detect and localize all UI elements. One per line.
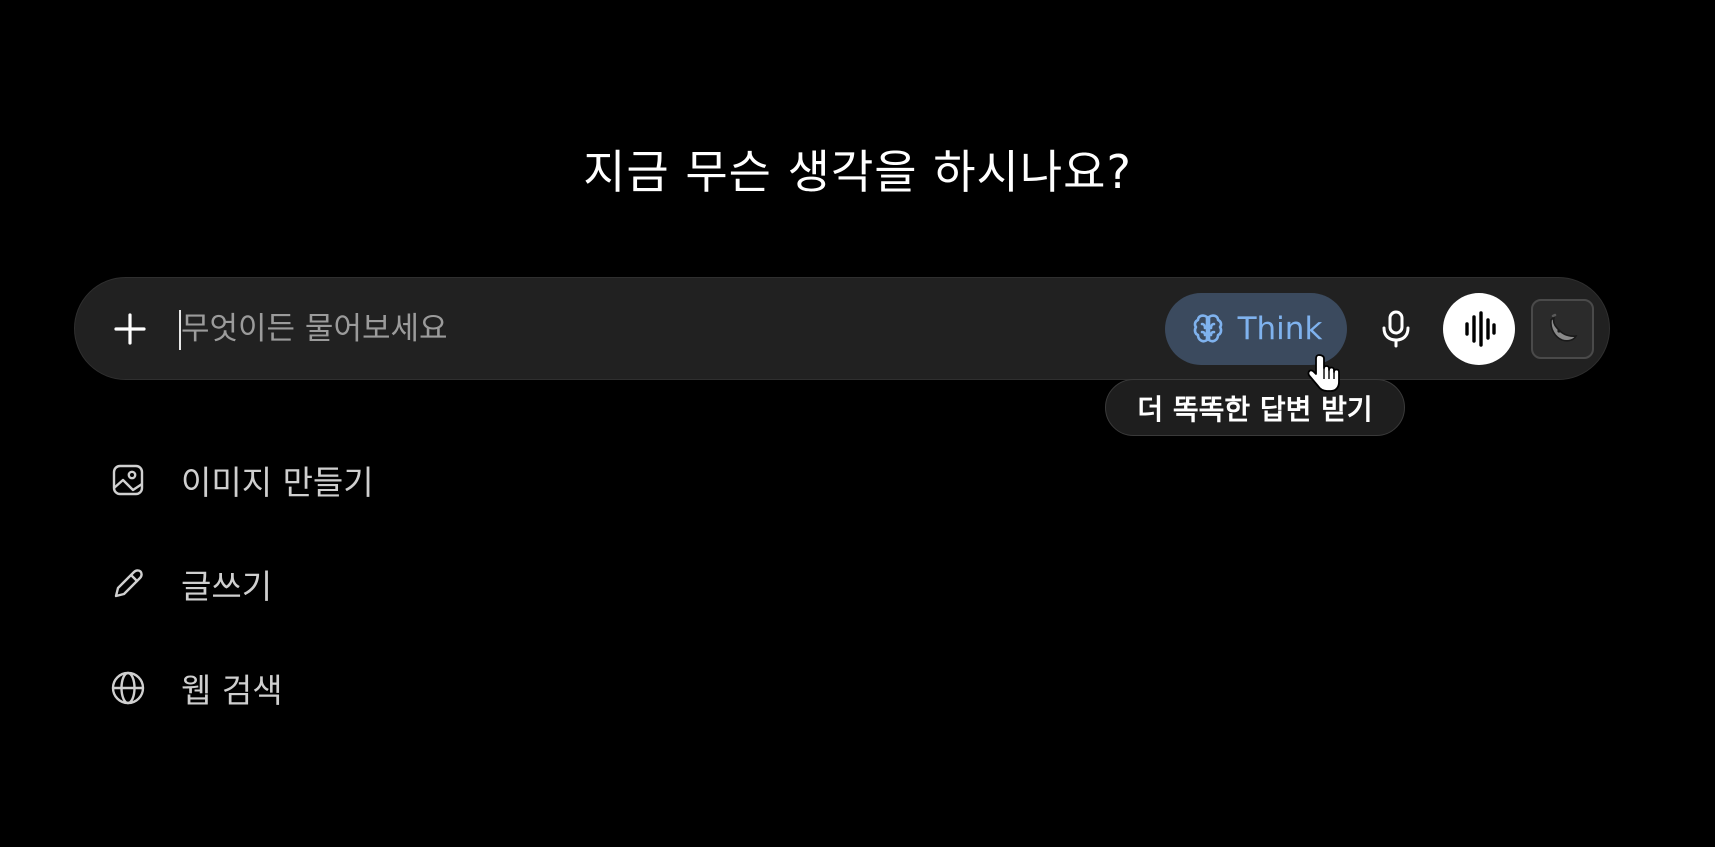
page-title: 지금 무슨 생각을 하시나요? [583,145,1132,199]
globe-icon [108,668,148,708]
image-icon [108,460,148,500]
extension-button[interactable] [1531,299,1594,359]
attach-button[interactable] [105,304,155,354]
dictate-button[interactable] [1367,300,1425,358]
banana-extension-icon [1549,313,1577,342]
plus-icon [114,313,146,345]
voice-waveform-icon [1465,311,1496,347]
action-label: 웹 검색 [181,671,283,710]
prompt-input-wrapper [177,305,1181,353]
microphone-icon [1382,310,1410,348]
think-label: Think [1237,311,1323,347]
hand-pointer-cursor [1307,354,1340,392]
voice-mode-button[interactable] [1443,293,1515,365]
prompt-composer: Think [74,277,1610,380]
action-label: 이미지 만들기 [181,463,374,502]
think-tooltip: 더 똑똑한 답변 받기 [1105,379,1405,436]
action-label: 글쓰기 [181,567,273,606]
action-create-image[interactable]: 이미지 만들기 [108,450,374,510]
action-write[interactable]: 글쓰기 [108,554,272,614]
chat-home: 지금 무슨 생각을 하시나요? Think [0,0,1715,847]
brain-icon [1193,314,1222,343]
prompt-input[interactable] [177,305,1181,353]
pencil-icon [108,564,148,604]
text-caret [179,310,181,350]
action-web-search[interactable]: 웹 검색 [108,658,283,718]
